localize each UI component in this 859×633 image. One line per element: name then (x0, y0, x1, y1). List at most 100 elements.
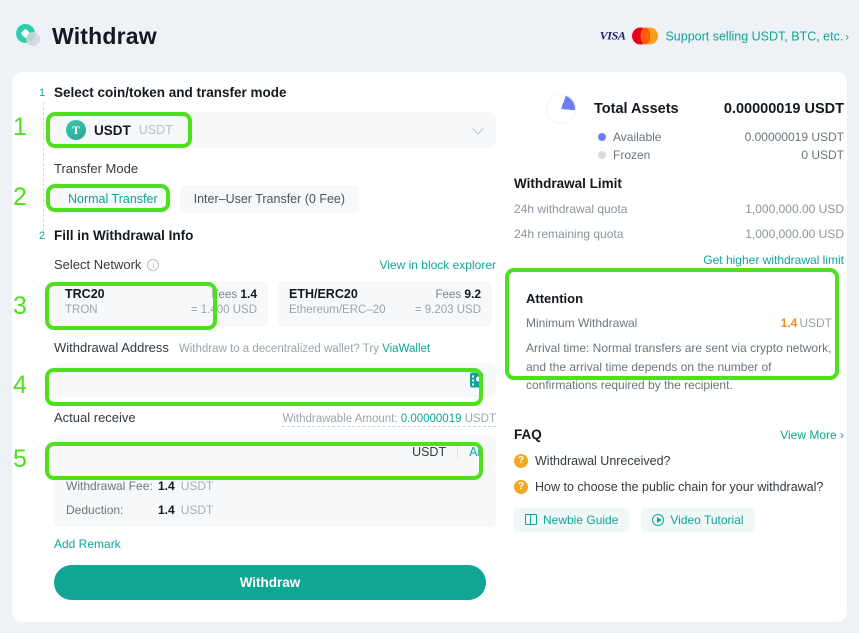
amount-input[interactable]: USDT All (54, 435, 496, 469)
available-label: Available (613, 130, 662, 144)
annotation-number-5: 5 (13, 445, 27, 473)
legend-frozen: Frozen 0 USDT (514, 148, 844, 162)
network-fee-usd: = 1.400 USD (190, 304, 257, 316)
get-higher-limit-link[interactable]: Get higher withdrawal limit (514, 253, 844, 267)
available-dot-icon (598, 133, 606, 141)
legend-available: Available 0.00000019 USDT (514, 130, 844, 144)
limit-value: 1,000,000.00 USD (745, 202, 844, 216)
add-remark-link[interactable]: Add Remark (54, 537, 496, 551)
selected-coin-symbol: USDT (138, 123, 173, 137)
usdt-token-icon: T (66, 120, 86, 140)
actual-receive-label: Actual receive (54, 410, 136, 425)
support-selling-label: Support selling USDT, BTC, etc. (665, 29, 844, 43)
amount-all-button[interactable]: All (469, 445, 483, 459)
limit-key: 24h remaining quota (514, 227, 624, 241)
network-sub: Ethereum/ERC–20 (289, 304, 386, 316)
step-connector-line (43, 102, 44, 232)
network-fee-value: 1.4 (240, 287, 257, 301)
page-header: Withdraw VISA Support selling USDT, BTC,… (0, 0, 859, 72)
withdrawable-amount-unit: USDT (461, 413, 496, 425)
guide-buttons: Newbie Guide Video Tutorial (514, 507, 844, 532)
question-icon: ? (514, 479, 528, 494)
network-sub: TRON (65, 304, 98, 316)
play-circle-icon (652, 513, 665, 526)
support-selling-link[interactable]: Support selling USDT, BTC, etc. › (665, 29, 849, 43)
fee-value: 1.4 (158, 479, 175, 493)
network-name: TRC20 (65, 287, 105, 301)
faq-item[interactable]: ? Withdrawal Unreceived? (514, 453, 844, 468)
withdrawal-address-label: Withdrawal Address (54, 340, 169, 355)
fee-key: Deduction: (66, 503, 124, 517)
fee-key: Withdrawal Fee: (66, 479, 153, 493)
withdrawal-address-header: Withdrawal Address Withdraw to a decentr… (54, 340, 496, 355)
fee-unit: USDT (180, 503, 214, 517)
info-icon[interactable]: i (147, 258, 160, 271)
network-option-erc20[interactable]: ETH/ERC20 Fees 9.2 Ethereum/ERC–20 = 9.2… (278, 281, 492, 327)
withdraw-page: Withdraw VISA Support selling USDT, BTC,… (0, 0, 859, 633)
annotation-number-2: 2 (13, 183, 27, 211)
question-icon: ? (514, 453, 528, 468)
fee-row: Withdrawal Fee: 1.4 USDT (66, 479, 484, 493)
annotation-number-3: 3 (13, 292, 27, 320)
actual-receive-header: Actual receive Withdrawable Amount: 0.00… (54, 410, 496, 427)
step-1-header: 1 Select coin/token and transfer mode (36, 84, 496, 102)
mode-normal-transfer[interactable]: Normal Transfer (54, 185, 172, 213)
withdraw-logo-icon (16, 23, 42, 49)
fee-value: 1.4 (158, 503, 175, 517)
transfer-mode-group: Normal Transfer Inter–User Transfer (0 F… (54, 185, 496, 213)
viawallet-hint-text: Withdraw to a decentralized wallet? Try (178, 343, 383, 355)
faq-item[interactable]: ? How to choose the public chain for you… (514, 479, 844, 494)
step-2-header: 2 Fill in Withdrawal Info (36, 227, 496, 245)
view-in-block-explorer-link[interactable]: View in block explorer (379, 258, 496, 272)
withdrawable-amount: Withdrawable Amount: 0.00000019 USDT (282, 413, 496, 427)
attention-title: Attention (526, 291, 584, 306)
network-options: TRC20 Fees 1.4 TRON = 1.400 USD ETH/ERC2… (54, 281, 496, 327)
limit-row: 24h withdrawal quota 1,000,000.00 USD (514, 202, 844, 216)
faq-title: FAQ (514, 426, 542, 442)
total-assets-row: Total Assets 0.00000019 USDT (514, 94, 844, 124)
visa-icon: VISA (599, 28, 626, 43)
faq-view-more-link[interactable]: View More › (780, 428, 844, 442)
network-fee-value: 9.2 (464, 287, 481, 301)
attention-panel: Attention Minimum Withdrawal 1.4 USDT Arr… (514, 281, 844, 408)
withdraw-card: 1 Select coin/token and transfer mode T … (12, 72, 847, 622)
step-1-number: 1 (39, 87, 46, 99)
faq-item-label: Withdrawal Unreceived? (535, 453, 671, 468)
minimum-withdrawal-row: Minimum Withdrawal 1.4 USDT (526, 316, 832, 330)
network-option-trc20[interactable]: TRC20 Fees 1.4 TRON = 1.400 USD (54, 281, 268, 327)
annotation-number-4: 4 (13, 371, 27, 399)
newbie-guide-label: Newbie Guide (543, 512, 619, 527)
amount-divider (457, 446, 459, 458)
header-left-group: Withdraw (16, 23, 157, 50)
network-fee-label: Fees (435, 289, 462, 301)
withdraw-submit-button[interactable]: Withdraw (54, 565, 486, 600)
address-book-icon[interactable] (470, 372, 483, 388)
video-tutorial-button[interactable]: Video Tutorial (641, 507, 755, 532)
select-network-header: Select Network i View in block explorer (54, 257, 496, 272)
withdrawal-address-input[interactable] (54, 363, 496, 397)
annotation-number-1: 1 (13, 113, 27, 141)
step-1-title: Select coin/token and transfer mode (54, 85, 287, 100)
video-tutorial-label: Video Tutorial (670, 512, 744, 527)
fee-unit: USDT (180, 479, 214, 493)
step-2-title: Fill in Withdrawal Info (54, 228, 194, 243)
amount-unit-label: USDT (412, 445, 447, 459)
withdraw-form: 1 Select coin/token and transfer mode T … (36, 84, 496, 600)
header-right-group: VISA Support selling USDT, BTC, etc. › (599, 27, 849, 45)
newbie-guide-button[interactable]: Newbie Guide (514, 507, 630, 532)
fee-row: Deduction: 1.4 USDT (66, 503, 484, 517)
network-fee-usd: = 9.203 USD (414, 304, 481, 316)
network-fee-label: Fees (211, 289, 238, 301)
coin-select-dropdown[interactable]: T USDT USDT (54, 112, 496, 148)
faq-item-label: How to choose the public chain for your … (535, 479, 824, 494)
frozen-value: 0 USDT (801, 148, 844, 162)
chevron-right-icon: › (845, 31, 849, 43)
limit-row: 24h remaining quota 1,000,000.00 USD (514, 227, 844, 241)
chevron-down-icon[interactable] (472, 123, 484, 135)
mode-inter-user-transfer[interactable]: Inter–User Transfer (0 Fee) (179, 185, 360, 213)
frozen-label: Frozen (613, 148, 651, 162)
withdrawal-limit-title: Withdrawal Limit (514, 176, 622, 191)
attention-body-text: Arrival time: Normal transfers are sent … (526, 341, 832, 393)
viawallet-link[interactable]: ViaWallet (382, 343, 430, 355)
minimum-withdrawal-value: 1.4 (780, 316, 798, 330)
